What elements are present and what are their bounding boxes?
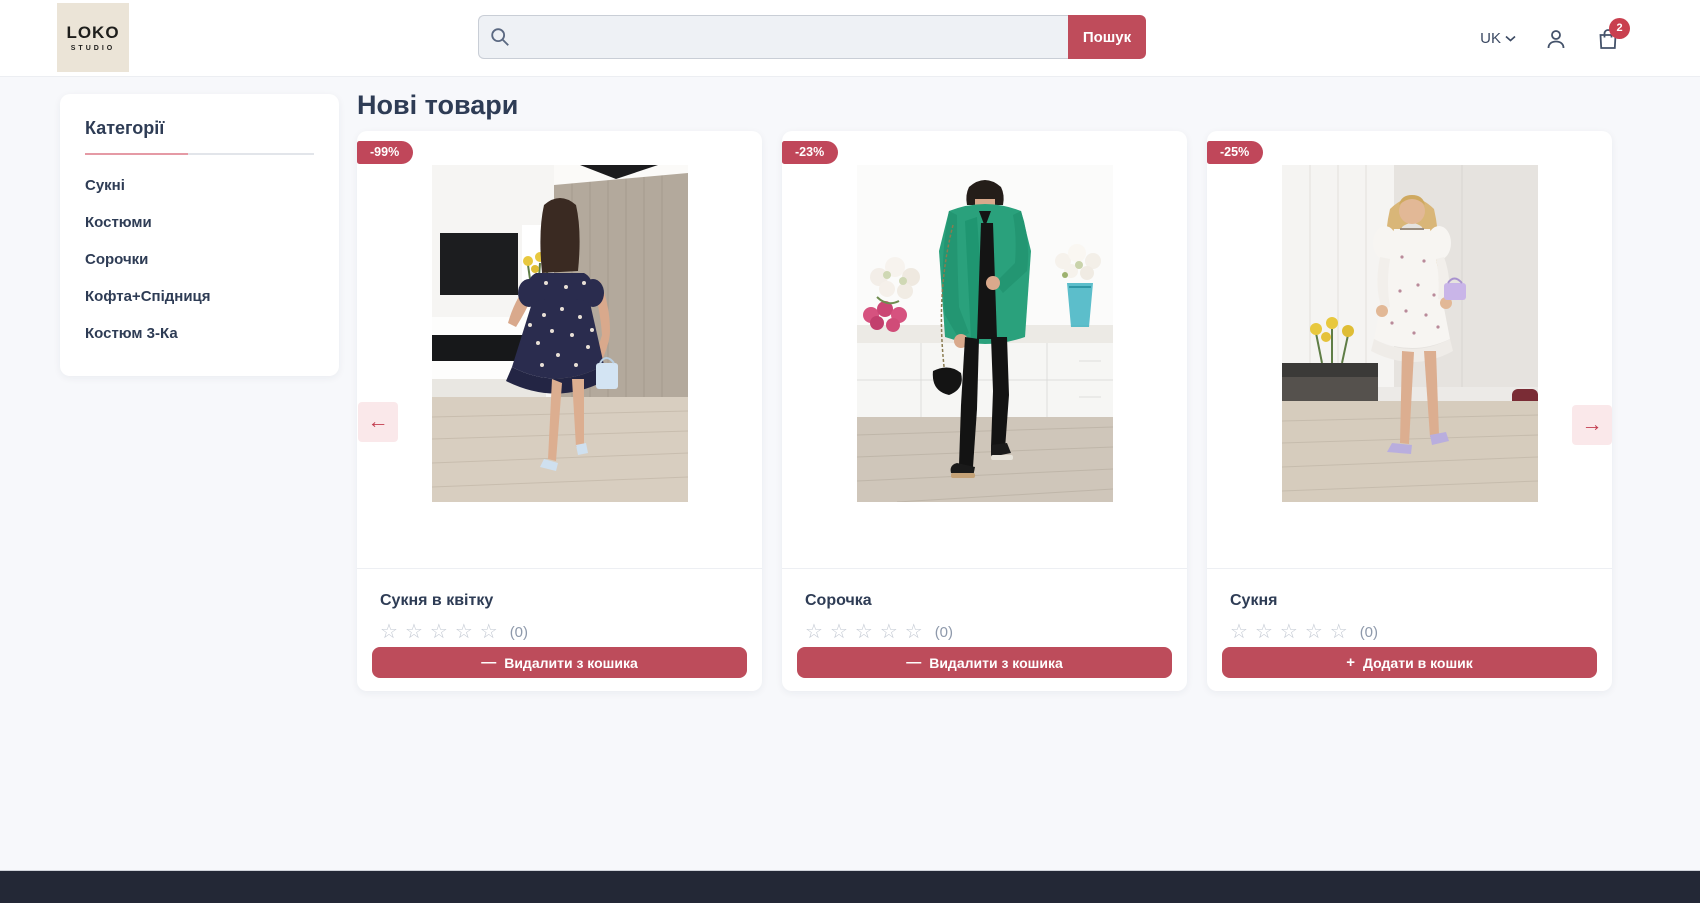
- star-icon: ☆: [405, 622, 423, 642]
- product-title[interactable]: Сукня в квітку: [380, 592, 739, 610]
- discount-badge: -23%: [782, 141, 838, 164]
- language-label: UK: [1480, 30, 1501, 47]
- product-photo-white-dress: [1282, 165, 1538, 502]
- product-image[interactable]: [782, 165, 1187, 569]
- sidebar-item-suit-3[interactable]: Костюм 3-Ка: [85, 315, 314, 352]
- star-icon: ☆: [1230, 622, 1248, 642]
- add-to-cart-button[interactable]: + Додати в кошик: [1222, 647, 1597, 678]
- logo[interactable]: LOKO STUDIO: [57, 3, 129, 72]
- main-content: Категорії Сукні Костюми Сорочки Кофта+Сп…: [0, 77, 1700, 870]
- cart-count-badge: 2: [1609, 18, 1630, 39]
- button-label: Видалити з кошика: [929, 655, 1063, 671]
- product-rating: ☆ ☆ ☆ ☆ ☆ (0): [380, 622, 739, 642]
- plus-icon: +: [1346, 654, 1355, 671]
- arrow-right-icon: →: [1582, 413, 1603, 437]
- star-icon: ☆: [430, 622, 448, 642]
- product-photo-navy-dress: [432, 165, 688, 502]
- categories-divider: [85, 153, 314, 155]
- remove-from-cart-button[interactable]: — Видалити з кошика: [372, 647, 747, 678]
- discount-badge: -25%: [1207, 141, 1263, 164]
- rating-count: (0): [1360, 624, 1378, 641]
- product-photo-green-shirt: [857, 165, 1113, 502]
- star-icon: ☆: [855, 622, 873, 642]
- sidebar-item-shirts[interactable]: Сорочки: [85, 241, 314, 278]
- star-icon: ☆: [1255, 622, 1273, 642]
- remove-from-cart-button[interactable]: — Видалити з кошика: [797, 647, 1172, 678]
- product-rating: ☆ ☆ ☆ ☆ ☆ (0): [805, 622, 1164, 642]
- user-icon[interactable]: [1544, 27, 1568, 51]
- language-selector[interactable]: UK: [1480, 30, 1516, 47]
- sidebar-item-top-skirt[interactable]: Кофта+Спідниця: [85, 278, 314, 315]
- star-icon: ☆: [830, 622, 848, 642]
- header: LOKO STUDIO Пошук UK 2: [0, 0, 1700, 77]
- button-label: Видалити з кошика: [504, 655, 638, 671]
- star-icon: ☆: [1330, 622, 1348, 642]
- footer: [0, 870, 1700, 903]
- sidebar-item-dresses[interactable]: Сукні: [85, 167, 314, 204]
- search-icon: [489, 26, 511, 48]
- page-title: Нові товари: [357, 90, 518, 121]
- product-rating: ☆ ☆ ☆ ☆ ☆ (0): [1230, 622, 1589, 642]
- product-carousel: -99%: [357, 131, 1612, 691]
- categories-title: Категорії: [85, 118, 314, 139]
- product-image[interactable]: [357, 165, 762, 569]
- sidebar-item-suits[interactable]: Костюми: [85, 204, 314, 241]
- star-icon: ☆: [1280, 622, 1298, 642]
- star-icon: ☆: [455, 622, 473, 642]
- rating-count: (0): [935, 624, 953, 641]
- search-input[interactable]: [478, 15, 1068, 59]
- star-icon: ☆: [880, 622, 898, 642]
- discount-badge: -99%: [357, 141, 413, 164]
- arrow-left-icon: ←: [368, 410, 389, 434]
- product-title[interactable]: Сорочка: [805, 592, 1164, 610]
- chevron-down-icon: [1505, 35, 1516, 42]
- star-icon: ☆: [480, 622, 498, 642]
- rating-count: (0): [510, 624, 528, 641]
- star-icon: ☆: [380, 622, 398, 642]
- search-button[interactable]: Пошук: [1068, 15, 1146, 59]
- categories-panel: Категорії Сукні Костюми Сорочки Кофта+Сп…: [60, 94, 339, 376]
- logo-text: LOKO: [66, 23, 119, 43]
- logo-subtext: STUDIO: [71, 45, 115, 52]
- minus-icon: —: [906, 654, 921, 671]
- product-image[interactable]: [1207, 165, 1612, 569]
- product-title[interactable]: Сукня: [1230, 592, 1589, 610]
- product-card: -25%: [1207, 131, 1612, 691]
- star-icon: ☆: [805, 622, 823, 642]
- cart-button[interactable]: 2: [1596, 27, 1620, 51]
- carousel-next-button[interactable]: →: [1572, 405, 1612, 445]
- product-card: -99%: [357, 131, 762, 691]
- search-bar: Пошук: [478, 15, 1146, 59]
- star-icon: ☆: [1305, 622, 1323, 642]
- button-label: Додати в кошик: [1363, 655, 1473, 671]
- star-icon: ☆: [905, 622, 923, 642]
- minus-icon: —: [481, 654, 496, 671]
- product-card: -23%: [782, 131, 1187, 691]
- carousel-prev-button[interactable]: ←: [358, 402, 398, 442]
